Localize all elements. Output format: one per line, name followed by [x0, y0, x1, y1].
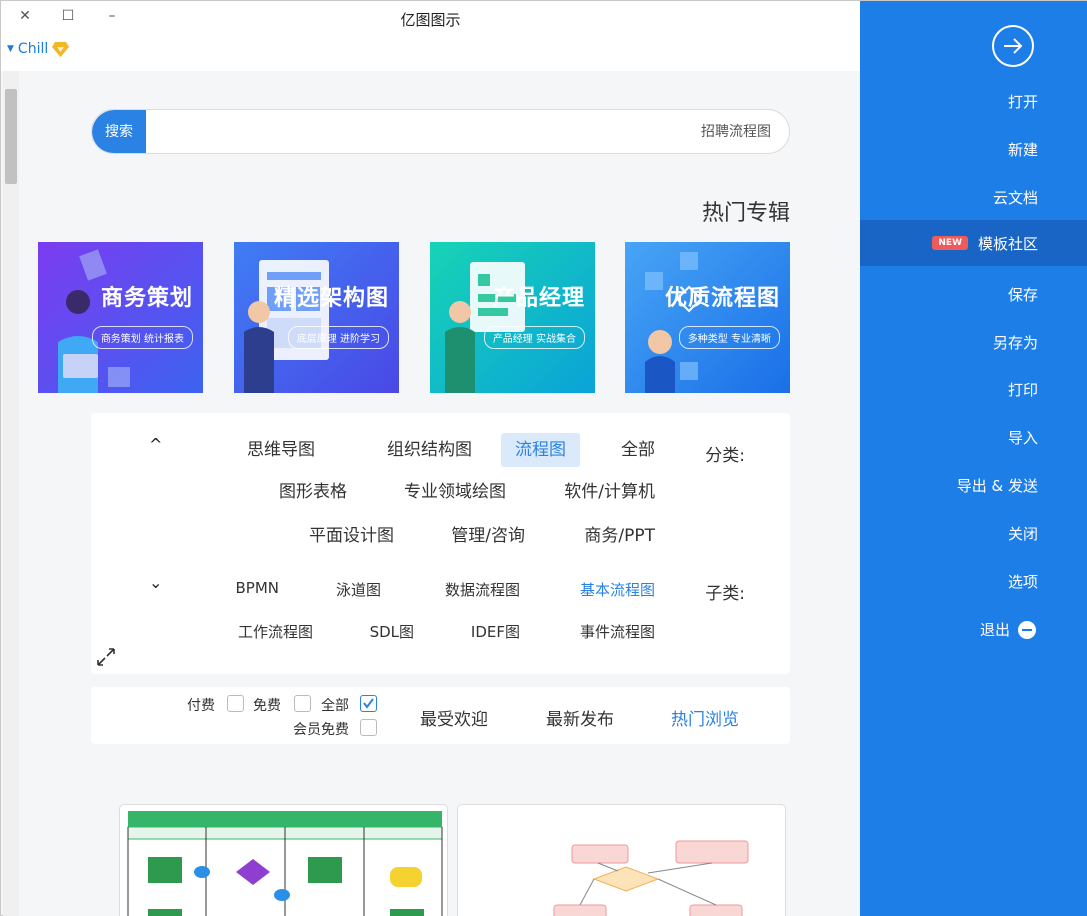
scrollbar-thumb[interactable] — [5, 89, 17, 184]
banner-product-manager[interactable]: 产品经理 产品经理 实战集合 — [430, 242, 595, 393]
vertical-scrollbar[interactable] — [3, 71, 19, 916]
banner-subtitle: 多种类型 专业清晰 — [678, 326, 780, 349]
sidebar-item-close[interactable]: 关闭 — [860, 510, 1087, 556]
back-arrow-icon[interactable] — [991, 24, 1035, 68]
file-menu-sidebar: 打开 新建 云文档 模板社区 NEW 保存 另存为 打印 导入 导出 & 发送 … — [860, 1, 1087, 916]
category-org-chart[interactable]: 组织结构图 — [373, 433, 486, 467]
sidebar-item-open[interactable]: 打开 — [860, 78, 1087, 124]
sidebar-item-export-send[interactable]: 导出 & 发送 — [860, 462, 1087, 508]
checkbox-all-label: 全部 — [321, 698, 349, 714]
category-label: 分类: — [705, 446, 745, 466]
sidebar-item-label: 选项 — [1007, 573, 1038, 591]
category-tables[interactable]: 图形表格 — [265, 475, 361, 509]
sidebar-item-options[interactable]: 选项 — [860, 558, 1087, 604]
search-input[interactable] — [211, 110, 771, 153]
checkbox-paid[interactable] — [227, 695, 244, 712]
user-name: Chill — [17, 41, 49, 57]
category-professional[interactable]: 专业领域绘图 — [390, 475, 520, 509]
template-card[interactable] — [119, 804, 448, 916]
sidebar-item-label: 导出 & 发送 — [956, 477, 1038, 495]
sidebar-item-label: 云文档 — [992, 189, 1038, 207]
collapse-chevron-icon[interactable]: ^ — [149, 435, 162, 454]
sidebar-item-label: 打印 — [1007, 381, 1038, 399]
banner-illustration — [445, 262, 525, 393]
template-community-panel: 搜索 热门专辑 优质流程图 多种类型 专业清晰 — [19, 71, 860, 916]
checkbox-paid-label: 付费 — [187, 698, 215, 714]
category-graphic-design[interactable]: 平面设计图 — [295, 519, 408, 553]
banner-business-plan[interactable]: 商务策划 商务策划 统计报表 — [38, 242, 203, 393]
sidebar-item-label: 新建 — [1007, 141, 1038, 159]
sort-latest[interactable]: 最新发布 — [546, 705, 614, 730]
sidebar-item-label: 打开 — [1007, 93, 1038, 111]
sidebar-item-import[interactable]: 导入 — [860, 414, 1087, 460]
template-thumbnail — [553, 840, 749, 916]
subcategory-event-flowchart[interactable]: 事件流程图 — [580, 621, 655, 642]
sidebar-item-label: 关闭 — [1007, 525, 1038, 543]
banner-illustration — [244, 260, 329, 393]
sidebar-item-label: 模板社区 — [977, 235, 1038, 253]
subcategory-sdl[interactable]: SDL图 — [370, 621, 414, 642]
checkmark-icon — [363, 698, 374, 709]
banner-subtitle: 商务策划 统计报表 — [91, 326, 193, 349]
banner-title: 产品经理 — [492, 286, 585, 311]
banner-architecture[interactable]: 精选架构图 底层原理 进阶学习 — [234, 242, 399, 393]
category-mind-map[interactable]: 思维导图 — [233, 433, 329, 467]
sort-bar: 热门浏览 最新发布 最受欢迎 全部 免费 付费 会员免费 — [91, 687, 790, 744]
sidebar-item-label: 保存 — [1007, 286, 1038, 304]
subcategory-label: 子类: — [705, 584, 745, 604]
checkbox-member-free-label: 会员免费 — [293, 722, 349, 738]
sidebar-item-exit[interactable]: 退出 — [860, 606, 1087, 652]
subcategory-idef[interactable]: IDEF图 — [471, 621, 520, 642]
sidebar-item-label: 导入 — [1007, 429, 1038, 447]
search-bar: 搜索 — [91, 109, 790, 154]
banner-subtitle: 底层原理 进阶学习 — [287, 326, 389, 349]
sidebar-item-save[interactable]: 保存 — [860, 271, 1087, 317]
template-card[interactable] — [457, 804, 786, 916]
vip-diamond-icon — [52, 42, 70, 57]
user-menu[interactable]: ▼ Chill — [7, 41, 70, 57]
title-bar: ✕ ☐ – 亿图图示 ▼ Chill — [1, 1, 860, 71]
category-business-ppt[interactable]: 商务/PPT — [570, 519, 669, 553]
search-button[interactable]: 搜索 — [92, 110, 146, 153]
banner-illustration — [645, 252, 703, 393]
sidebar-item-save-as[interactable]: 另存为 — [860, 319, 1087, 365]
checkbox-member-free[interactable] — [360, 719, 377, 736]
sidebar-item-print[interactable]: 打印 — [860, 366, 1087, 412]
checkbox-free[interactable] — [294, 695, 311, 712]
subcategory-swimlane[interactable]: 泳道图 — [336, 579, 381, 600]
exit-icon — [1018, 621, 1036, 639]
subcategory-bpmn[interactable]: BPMN — [236, 579, 280, 597]
category-flowchart[interactable]: 流程图 — [501, 433, 580, 467]
sidebar-item-template-community[interactable]: 模板社区 NEW — [860, 220, 1087, 266]
banner-title: 优质流程图 — [664, 286, 780, 311]
category-management[interactable]: 管理/咨询 — [437, 519, 539, 553]
new-badge: NEW — [932, 236, 968, 250]
banner-illustration — [58, 249, 130, 393]
subcategory-data-flowchart[interactable]: 数据流程图 — [445, 579, 520, 600]
banner-flowchart[interactable]: 优质流程图 多种类型 专业清晰 — [625, 242, 790, 393]
sidebar-item-label: 退出 — [979, 621, 1010, 639]
subcategory-basic-flowchart[interactable]: 基本流程图 — [580, 579, 655, 600]
subcategory-workflow[interactable]: 工作流程图 — [238, 621, 313, 642]
category-all[interactable]: 全部 — [607, 433, 669, 467]
sort-most-liked[interactable]: 最受欢迎 — [420, 705, 488, 730]
window-title: 亿图图示 — [400, 11, 461, 29]
category-software[interactable]: 软件/计算机 — [550, 475, 669, 509]
banner-subtitle: 产品经理 实战集合 — [483, 326, 585, 349]
category-filter: 分类: 全部 流程图 组织结构图 思维导图 软件/计算机 专业领域绘图 图形表格… — [91, 413, 790, 674]
sidebar-item-new[interactable]: 新建 — [860, 126, 1087, 172]
caret-down-icon: ▼ — [7, 44, 14, 54]
app-window: ✕ ☐ – 亿图图示 ▼ Chill 搜索 热门专辑 — [0, 0, 1087, 916]
checkbox-all[interactable] — [360, 695, 377, 712]
banner-title: 精选架构图 — [273, 286, 389, 311]
sidebar-item-cloud-docs[interactable]: 云文档 — [860, 174, 1087, 220]
fullscreen-expand-icon[interactable] — [95, 646, 117, 668]
section-title: 热门专辑 — [701, 201, 790, 226]
expand-chevron-icon[interactable]: ⌄ — [149, 573, 162, 592]
template-thumbnail — [127, 811, 443, 916]
sidebar-item-label: 另存为 — [992, 334, 1038, 352]
checkbox-free-label: 免费 — [253, 698, 281, 714]
sort-popular-views[interactable]: 热门浏览 — [671, 705, 739, 730]
banner-title: 商务策划 — [100, 286, 193, 311]
